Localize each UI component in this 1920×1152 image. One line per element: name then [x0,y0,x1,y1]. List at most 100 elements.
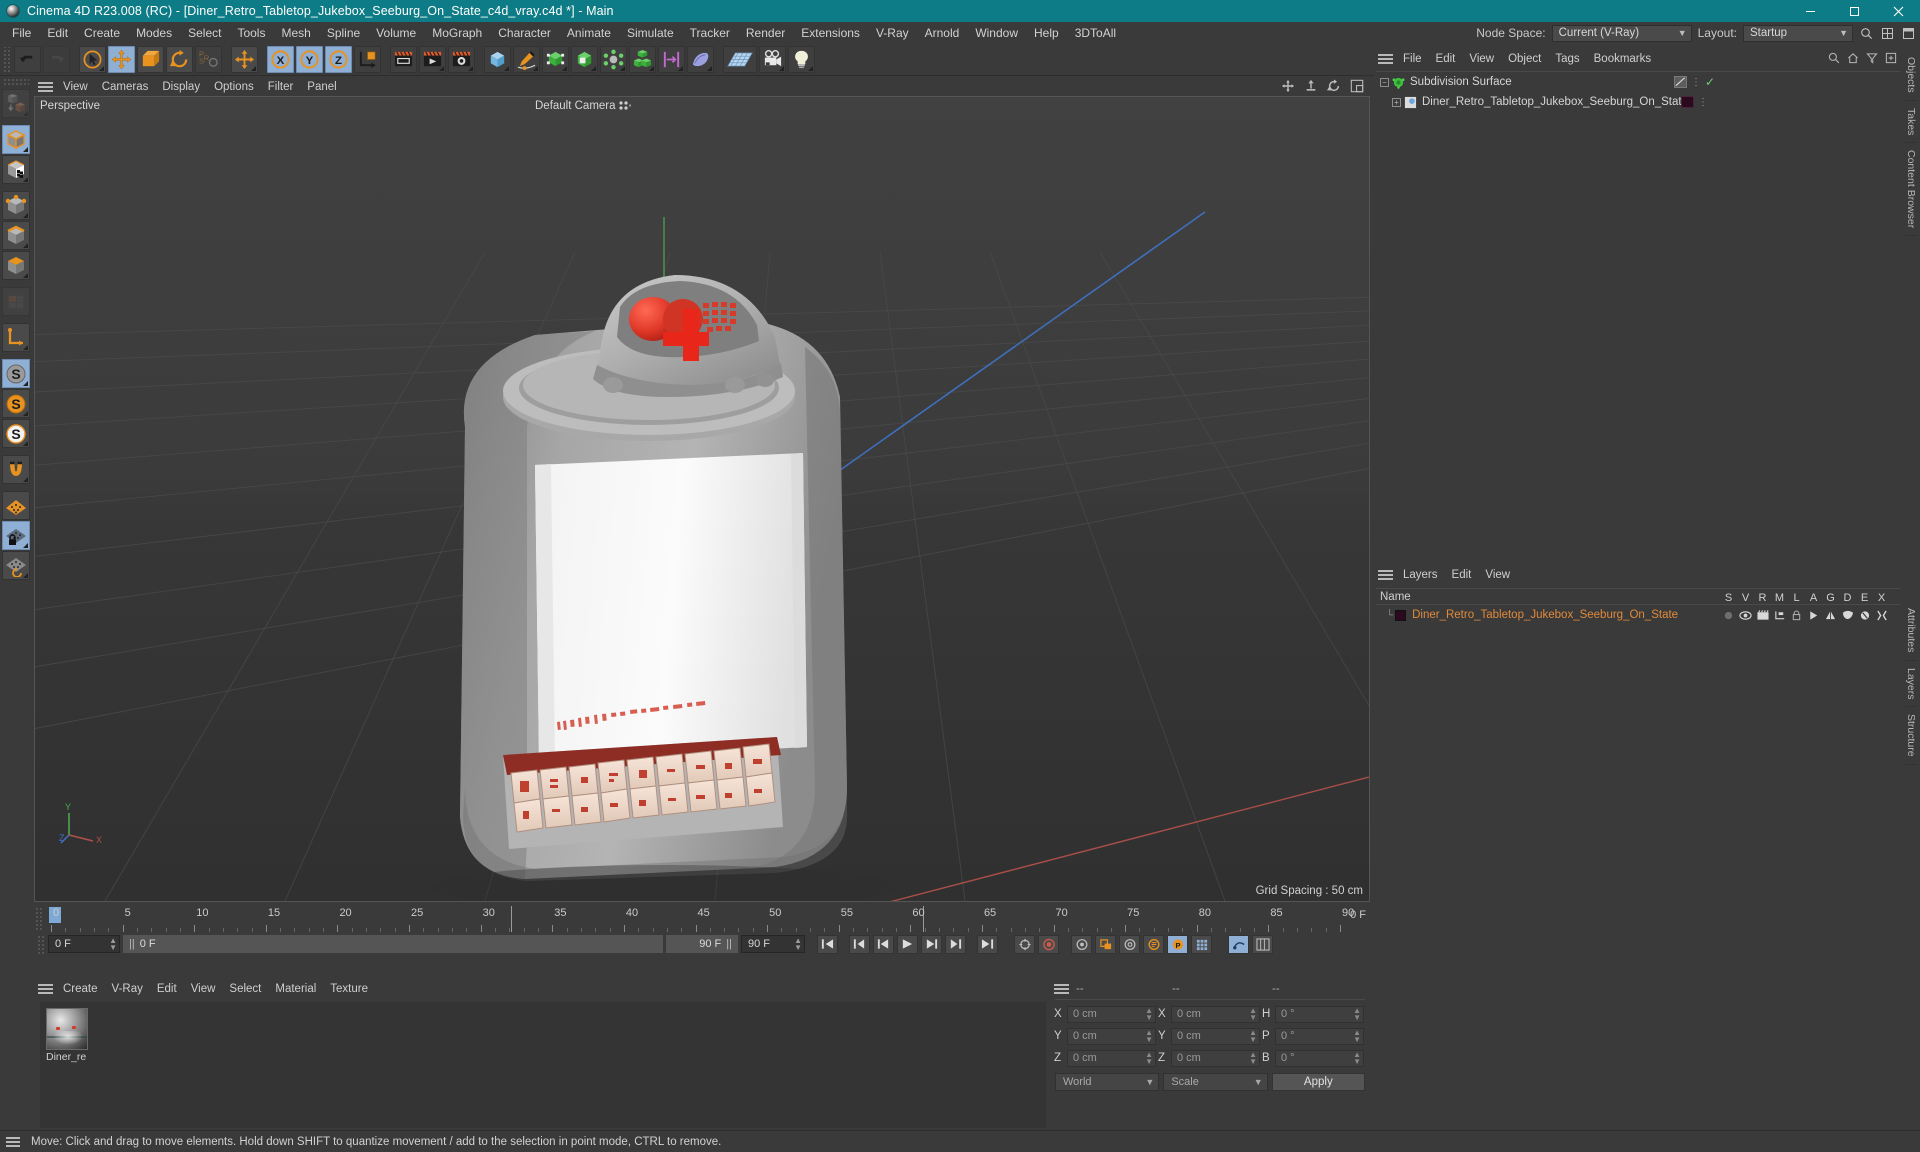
layer-color-swatch[interactable] [1395,609,1407,621]
world-coord-button[interactable] [354,46,381,73]
layer-menu-view[interactable]: View [1478,566,1517,584]
viewport-menu-filter[interactable]: Filter [261,78,301,96]
viewport-menu-icon[interactable] [38,82,53,92]
spinner-icon[interactable]: ▲ ▼ [1249,1029,1257,1044]
material-item[interactable]: Diner_re [46,1008,88,1063]
grid-icon[interactable] [1880,26,1895,41]
light-button[interactable] [788,46,815,73]
pan-icon[interactable] [1281,79,1295,96]
play-button[interactable] [897,934,918,954]
spinner-icon[interactable]: ▲ ▼ [1145,1051,1153,1066]
viewport-menu-cameras[interactable]: Cameras [95,78,156,96]
minimize-button[interactable] [1788,0,1832,22]
object-menu-bookmarks[interactable]: Bookmarks [1587,50,1659,68]
animation-icon[interactable] [1805,610,1822,621]
menu-modes[interactable]: Modes [128,22,180,44]
render-settings-button[interactable] [448,46,475,73]
material-menu-material[interactable]: Material [268,980,323,998]
timeline-ruler[interactable]: 0 F 0 5 10 15 20 25 30 35 40 45 50 55 60 65 70 75 80 85 90 [34,906,1370,932]
nurbs-button[interactable] [542,46,569,73]
camera-button[interactable] [759,46,786,73]
object-menu-file[interactable]: File [1396,50,1429,68]
edge-tab-content-browser[interactable]: Content Browser [1905,143,1917,237]
object-menu-object[interactable]: Object [1501,50,1548,68]
field-button[interactable] [658,46,685,73]
tag-dots-icon[interactable]: ⋮ [1691,77,1701,87]
record-position-button[interactable] [1071,934,1092,954]
spinner-icon[interactable]: ▲ ▼ [1353,1029,1361,1044]
rot-p-input[interactable]: 0 ° ▲ ▼ [1275,1027,1364,1045]
lock-workplane-button[interactable] [2,521,30,550]
spinner-icon[interactable]: ▲ ▼ [1249,1051,1257,1066]
expand-toggle-icon[interactable]: − [1380,77,1389,87]
rot-h-input[interactable]: 0 ° ▲ ▼ [1275,1005,1364,1023]
edges-mode-button[interactable] [2,221,30,250]
edge-tab-structure[interactable]: Structure [1905,707,1917,765]
menu-3dtoall[interactable]: 3DToAll [1067,22,1124,44]
maximize-view-icon[interactable] [1350,79,1364,96]
expression-icon[interactable] [1856,610,1873,621]
material-menu-view[interactable]: View [184,980,223,998]
spline-pen-button[interactable] [513,46,540,73]
menu-edit[interactable]: Edit [39,22,76,44]
make-editable-button[interactable] [2,89,30,118]
menu-create[interactable]: Create [76,22,128,44]
edge-tab-attributes[interactable]: Attributes [1905,601,1917,661]
snap-magnet-button[interactable] [2,455,30,484]
rotate-view-icon[interactable] [1327,78,1341,96]
close-button[interactable] [1876,0,1920,22]
object-menu-icon[interactable] [1378,54,1393,64]
go-to-end-button[interactable] [977,934,998,954]
max-frame-field[interactable]: 90 F ▲ ▼ [741,935,805,953]
spinner-icon[interactable]: ▲ ▼ [1145,1007,1153,1022]
tag-dots-icon[interactable]: ⋮ [1698,97,1708,107]
timeline-settings-button[interactable] [1252,934,1273,954]
search-icon[interactable] [1828,52,1840,67]
workplane-button[interactable] [2,491,30,520]
move-tool-button[interactable] [108,46,135,73]
scale-tool-button[interactable] [137,46,164,73]
object-row-subdivision-surface[interactable]: − Subdivision Surface ⋮ ✓ [1376,72,1900,92]
render-view-button[interactable] [390,46,417,73]
record-rotation-button[interactable] [1119,934,1140,954]
menu-mograph[interactable]: MoGraph [424,22,490,44]
redo-button[interactable] [43,46,70,73]
left-toolbar-grip[interactable] [3,78,29,86]
manager-icon[interactable] [1771,610,1788,621]
viewport-menu-panel[interactable]: Panel [300,78,343,96]
record-button[interactable] [1038,934,1059,954]
expand-toggle-icon[interactable]: + [1392,97,1401,107]
menu-spline[interactable]: Spline [319,22,368,44]
object-axis-button[interactable]: S [2,389,30,418]
viewport-menu-options[interactable]: Options [207,78,261,96]
coordinate-system-select[interactable]: World ▼ [1055,1073,1160,1091]
menu-help[interactable]: Help [1026,22,1067,44]
pos-y-input[interactable]: 0 cm ▲ ▼ [1067,1027,1156,1045]
layout-select[interactable]: Startup ▼ [1743,24,1853,42]
viewport-menu-display[interactable]: Display [155,78,207,96]
size-y-input[interactable]: 0 cm ▲ ▼ [1171,1027,1260,1045]
range-end-bar[interactable]: 90 F || [666,935,738,953]
psr-button[interactable]: PSR [195,46,222,73]
phong-tag-icon[interactable] [1673,76,1687,88]
visible-icon[interactable] [1737,610,1754,621]
object-menu-view[interactable]: View [1462,50,1501,68]
sculpt-button[interactable] [687,46,714,73]
spinner-icon[interactable]: ▲ ▼ [1249,1007,1257,1022]
deformer-button[interactable] [600,46,627,73]
texture-mode-button[interactable] [2,155,30,184]
menu-animate[interactable]: Animate [559,22,619,44]
timeline-grip[interactable] [34,906,43,932]
frame-range-bar[interactable]: || 0 F [123,935,663,953]
edge-tab-layers[interactable]: Layers [1905,661,1917,708]
menu-extensions[interactable]: Extensions [793,22,868,44]
previous-frame-button[interactable] [873,934,894,954]
material-menu-vray[interactable]: V-Ray [105,980,150,998]
menu-select[interactable]: Select [180,22,229,44]
object-menu-edit[interactable]: Edit [1429,50,1463,68]
points-mode-button[interactable] [2,191,30,220]
polygons-mode-button[interactable] [2,251,30,280]
next-key-button[interactable] [945,934,966,954]
previous-key-button[interactable] [849,934,870,954]
mograph-button[interactable] [629,46,656,73]
